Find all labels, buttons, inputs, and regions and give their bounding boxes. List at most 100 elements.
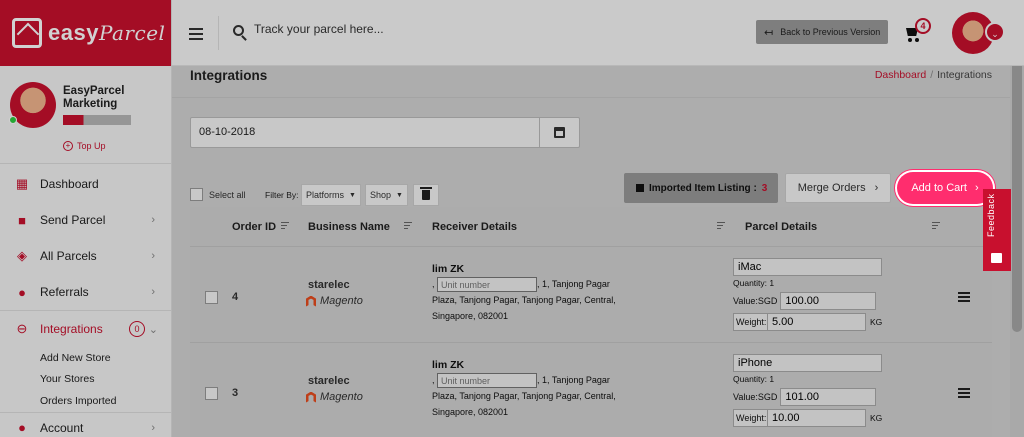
column-parcel-details[interactable]: Parcel Details	[745, 221, 817, 233]
imported-item-listing[interactable]: Imported Item Listing :3	[624, 173, 778, 203]
sidebar-item-account[interactable]: ● Account ›	[0, 413, 171, 437]
chevron-right-icon: ›	[874, 182, 879, 194]
value-input[interactable]	[780, 388, 877, 406]
order-id: 4	[232, 291, 239, 303]
row-checkbox[interactable]	[205, 291, 218, 304]
delete-button[interactable]	[413, 184, 439, 206]
wallet-balance-bar	[63, 115, 131, 125]
plus-circle-icon: +	[63, 141, 73, 151]
back-to-previous-version-button[interactable]: ↤ Back to Previous Version	[756, 20, 888, 44]
user-name: EasyParcel Marketing	[63, 85, 125, 110]
cube-logo-icon	[12, 18, 42, 48]
orders-table: Order ID Business Name Receiver Details …	[190, 207, 992, 437]
item-name-input[interactable]	[733, 258, 882, 276]
row-menu-icon[interactable]	[958, 388, 970, 400]
sidebar-item-referrals[interactable]: ● Referrals ›	[0, 274, 171, 310]
value-input[interactable]	[780, 292, 877, 310]
brand-name: easyParcel	[48, 20, 166, 45]
brand-logo[interactable]: easyParcel	[0, 0, 171, 66]
caret-down-icon: ▼	[349, 191, 356, 199]
add-to-cart-button[interactable]: Add to Cart ›	[897, 172, 993, 204]
sidebar-item-all-parcels[interactable]: ◈ All Parcels ›	[0, 238, 171, 274]
cart-count-badge: 4	[915, 18, 931, 34]
table-header: Order ID Business Name Receiver Details …	[190, 207, 992, 247]
weight-input[interactable]	[768, 409, 866, 427]
row-checkbox[interactable]	[205, 387, 218, 400]
receiver-details: lim ZK , , 1, Tanjong Pagar Plaza, Tanjo…	[432, 359, 622, 420]
calendar-icon	[554, 127, 565, 138]
calendar-button[interactable]	[539, 118, 579, 147]
chevron-down-icon[interactable]: ⌄	[985, 22, 1005, 42]
magento-logo: Magento	[306, 295, 363, 307]
sort-icon[interactable]	[281, 222, 289, 231]
trash-icon	[420, 187, 432, 200]
online-status-icon	[9, 116, 17, 124]
column-receiver-details[interactable]: Receiver Details	[432, 221, 517, 233]
date-input[interactable]	[199, 126, 519, 138]
business-name: starelec	[308, 279, 350, 291]
chevron-right-icon: ›	[151, 421, 155, 434]
merge-orders-button[interactable]: Merge Orders ›	[785, 173, 891, 203]
sort-icon[interactable]	[717, 222, 725, 231]
menu-toggle-icon[interactable]	[189, 28, 203, 43]
sort-icon[interactable]	[404, 222, 412, 231]
row-menu-icon[interactable]	[958, 292, 970, 304]
arrow-left-icon: ↤	[764, 26, 774, 39]
parcel-details: Quantity: 1 Value:SGD Weight:KG	[733, 258, 893, 331]
dashboard-icon: ▦	[15, 176, 29, 191]
sidebar-subitem-add-new-store[interactable]: Add New Store	[0, 347, 171, 369]
quantity-label: Quantity: 1	[733, 374, 775, 384]
platforms-dropdown[interactable]: Platforms ▼	[301, 184, 361, 206]
search-icon[interactable]	[233, 25, 244, 36]
chevron-right-icon: ›	[151, 214, 155, 226]
order-id: 3	[232, 387, 239, 399]
select-all-checkbox[interactable]: Select all	[190, 188, 246, 201]
caret-down-icon: ▼	[396, 191, 403, 199]
unit-number-input[interactable]	[437, 373, 538, 389]
sort-icon[interactable]	[932, 222, 940, 231]
main-content: Integrations Dashboard/Integrations Sele…	[172, 66, 1010, 437]
feedback-tab[interactable]: Feedback	[983, 189, 1011, 271]
truck-icon: ■	[18, 212, 26, 228]
avatar[interactable]	[9, 82, 56, 128]
sidebar-item-integrations[interactable]: ⊖ Integrations 0 ⌄	[0, 311, 171, 347]
topbar: ↤Back to Previous Version 4 ⌄	[172, 0, 1024, 66]
user-icon: ●	[18, 420, 26, 435]
business-name: starelec	[308, 375, 350, 387]
weight-input[interactable]	[768, 313, 866, 331]
unit-number-input[interactable]	[437, 277, 538, 293]
checkbox[interactable]	[190, 188, 203, 201]
divider	[218, 16, 219, 50]
breadcrumb-current: Integrations	[937, 69, 992, 81]
breadcrumb: Dashboard / Integrations	[874, 69, 992, 81]
profile-card: EasyParcel Marketing + Top Up	[0, 66, 171, 164]
breadcrumb-dashboard-link[interactable]: Dashboard	[875, 69, 926, 81]
magento-logo: Magento	[306, 391, 363, 403]
magento-icon	[306, 391, 316, 403]
divider	[172, 97, 1010, 98]
sidebar-item-dashboard[interactable]: ▦ Dashboard	[0, 166, 171, 202]
sidebar-subitem-orders-imported[interactable]: Orders Imported	[0, 390, 171, 412]
receiver-name: lim ZK	[432, 359, 465, 371]
magento-icon	[306, 295, 316, 307]
sidebar-item-send-parcel[interactable]: ■ Send Parcel ›	[0, 202, 171, 238]
boxes-icon: ◈	[17, 248, 27, 263]
column-order-id[interactable]: Order ID	[232, 221, 276, 233]
nav-list: ▦ Dashboard ■ Send Parcel › ◈ All Parcels › ●…	[0, 166, 171, 437]
receiver-details: lim ZK , , 1, Tanjong Pagar Plaza, Tanjo…	[432, 263, 622, 324]
page-title: Integrations	[190, 68, 268, 83]
users-icon: ●	[18, 284, 26, 300]
top-up-link[interactable]: + Top Up	[63, 141, 106, 151]
chevron-right-icon: ›	[151, 286, 155, 298]
parcel-details: Quantity: 1 Value:SGD Weight:KG	[733, 354, 893, 427]
integrations-count-badge: 0	[129, 321, 145, 337]
table-row: 4 starelec Magento lim ZK , , 1, Tanjong…	[190, 247, 992, 343]
filter-by-label: Filter By:	[265, 190, 299, 200]
shop-dropdown[interactable]: Shop ▼	[365, 184, 408, 206]
column-business-name[interactable]: Business Name	[308, 221, 390, 233]
receiver-name: lim ZK	[432, 263, 465, 275]
feedback-icon	[991, 253, 1002, 263]
item-name-input[interactable]	[733, 354, 882, 372]
track-parcel-input[interactable]	[254, 22, 554, 36]
sidebar-subitem-your-stores[interactable]: Your Stores	[0, 369, 171, 391]
